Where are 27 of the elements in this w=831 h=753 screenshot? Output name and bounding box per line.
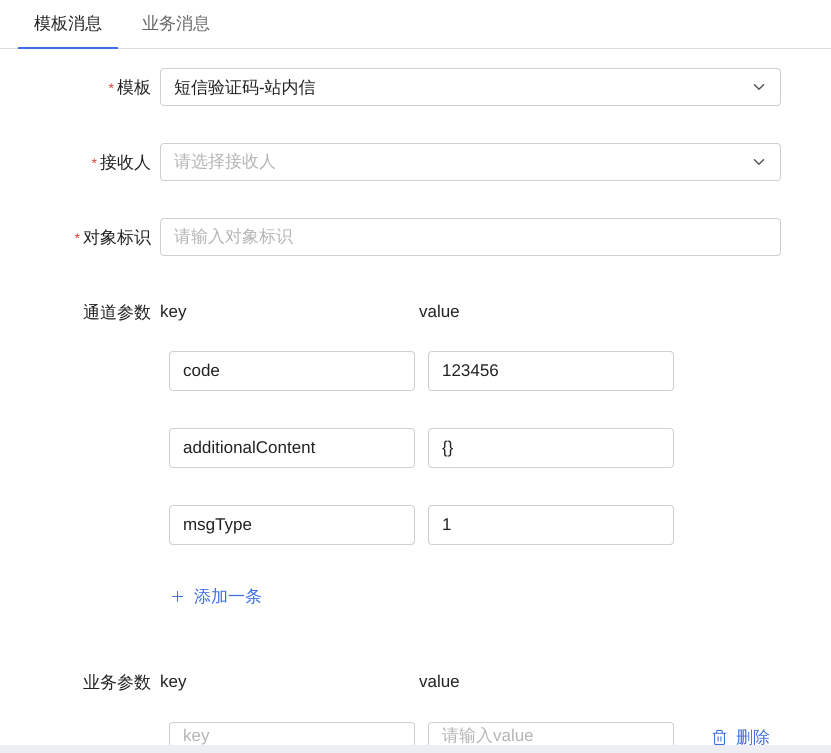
column-header: value [419,302,461,322]
value-input[interactable]: 123456 [428,351,674,391]
tab[interactable]: 模板消息 [18,0,118,49]
value-input[interactable]: 1 [428,505,674,545]
section-label: 业务参数 [82,672,152,694]
select-field[interactable]: 请选择接收人 [160,143,781,181]
required-mark: * [108,80,114,96]
input-field[interactable]: 请输入对象标识 [160,218,781,256]
column-header: value [419,672,461,692]
key-input[interactable]: msgType [169,505,415,545]
column-header: key [160,302,188,322]
add-row-button[interactable]: 添加一条 [169,584,262,608]
key-input[interactable]: additionalContent [169,428,415,468]
required-mark: * [92,154,97,170]
value-input[interactable]: 请输入value [428,722,674,745]
field-label: 对象标识 [83,228,151,246]
tab[interactable]: 业务消息 [126,0,226,49]
required-mark: * [74,230,80,246]
section-label: 通道参数 [82,302,152,324]
field-label: 模板 [117,78,151,96]
column-header: key [160,672,188,692]
value-input[interactable]: {} [428,428,674,468]
field-label: 接收人 [100,152,151,172]
select-field[interactable]: 短信验证码-站内信 [160,68,781,106]
key-input[interactable]: key [169,722,415,745]
key-input[interactable]: code [169,351,415,391]
trash-icon [711,729,728,745]
